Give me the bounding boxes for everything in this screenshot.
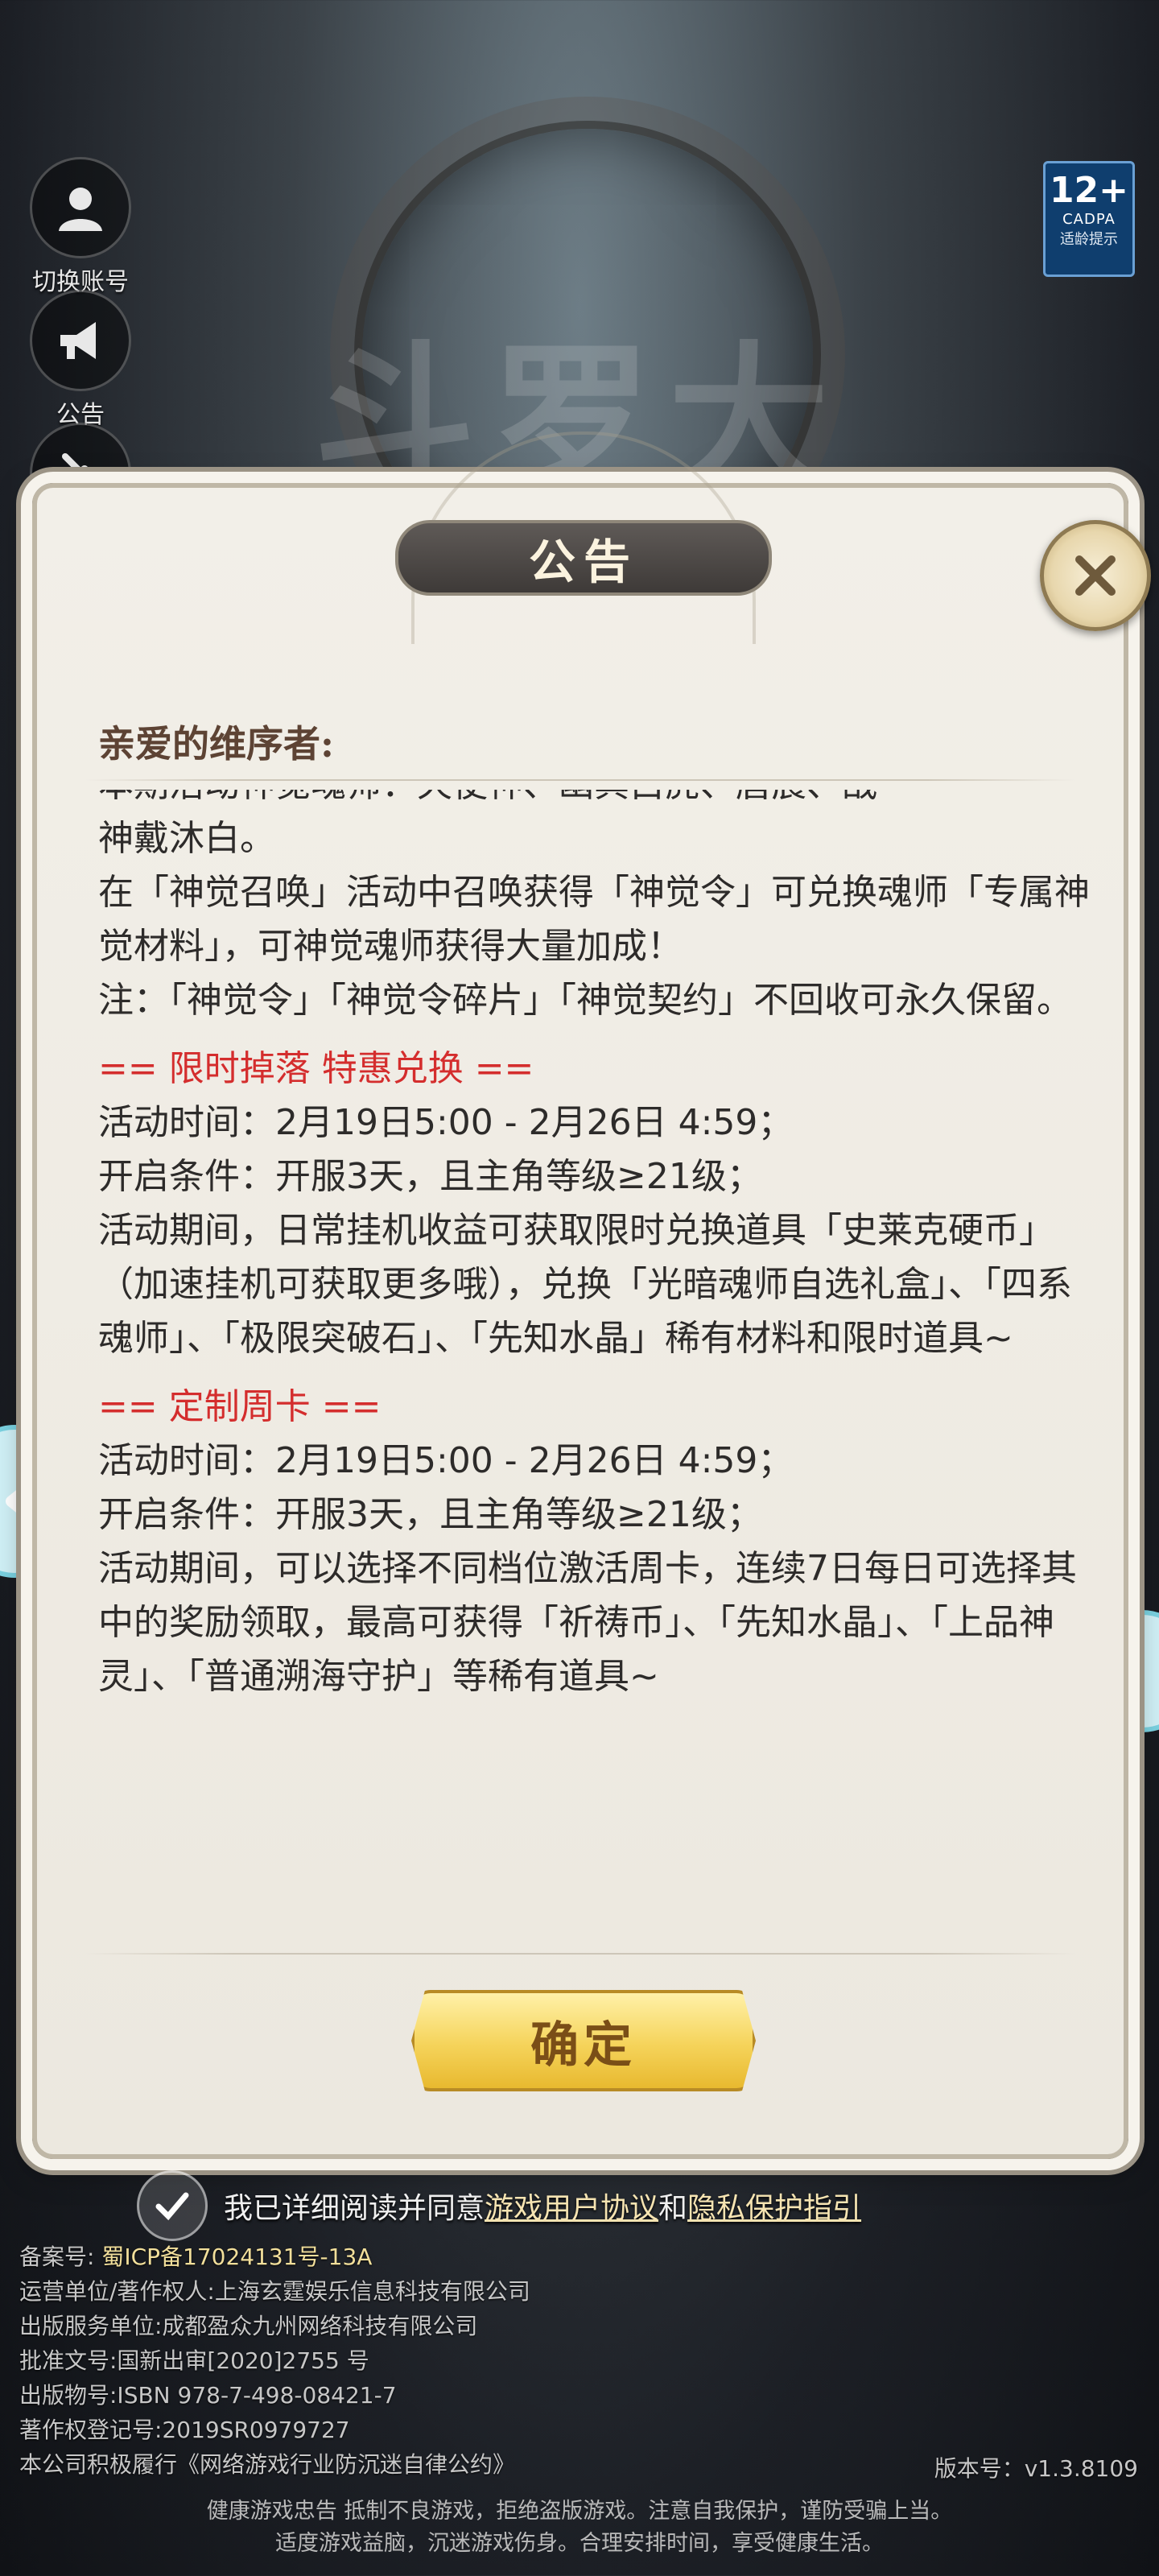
close-button[interactable]	[1040, 520, 1151, 631]
privacy-guide-link[interactable]: 隐私保护指引	[687, 2192, 861, 2225]
announcement-dialog: 公告 亲爱的维序者: 本期活动神觉魂师：天使神、幽冥白虎、唐晨、战 神戴沐白。 …	[32, 431, 1151, 2159]
section-heading-drop: == 限时掉落 特惠兑换 ==	[98, 1048, 534, 1089]
content-line-cut: 本期活动神觉魂师：天使神、幽冥白虎、唐晨、战	[98, 790, 1096, 811]
approval-text: 批准文号:国新出审[2020]2755 号	[19, 2347, 369, 2374]
section-description: 活动期间，日常挂机收益可获取限时兑换道具「史莱克硬币」（加速挂机可获取更多哦），…	[98, 1210, 1072, 1359]
section-condition: 开启条件：开服3天，且主角等级≥21级；	[98, 1156, 762, 1197]
confirm-button[interactable]: 确定	[411, 1990, 756, 2091]
user-agreement-link[interactable]: 游戏用户协议	[485, 2192, 658, 2225]
announcement-button[interactable]: 公告	[24, 290, 137, 430]
content-line: 注：「神觉令」「神觉令碎片」「神觉契约」不回收可永久保留。	[98, 980, 1072, 1021]
section-time: 活动时间：2月19日5:00 - 2月26日 4:59；	[98, 1440, 794, 1481]
age-rating-value: 12+	[1049, 170, 1129, 211]
agreement-checkbox[interactable]	[137, 2170, 208, 2241]
section-time: 活动时间：2月19日5:00 - 2月26日 4:59；	[98, 1102, 794, 1143]
announcement-content[interactable]: 本期活动神觉魂师：天使神、幽冥白虎、唐晨、战 神戴沐白。 在「神觉召唤」活动中召…	[98, 790, 1096, 1933]
dialog-title: 公告	[395, 520, 772, 596]
health-notice-line: 健康游戏忠告 抵制不良游戏，拒绝盗版游戏。注意自我保护，谨防受骗上当。	[206, 2499, 953, 2524]
section-heading-weekly-card: == 定制周卡 ==	[98, 1386, 382, 1427]
section-condition: 开启条件：开服3天，且主角等级≥21级；	[98, 1494, 762, 1535]
agreement-row: 我已详细阅读并同意游戏用户协议和隐私保护指引	[137, 2170, 861, 2241]
checkmark-icon	[155, 2192, 189, 2221]
icp-label: 备案号:	[19, 2244, 95, 2270]
footer-divider	[85, 1953, 1075, 1955]
switch-account-button[interactable]: 切换账号	[24, 157, 137, 297]
age-rating-org: CADPA	[1062, 211, 1116, 228]
pledge-text: 本公司积极履行《网络游戏行业防沉迷自律公约》	[19, 2451, 516, 2478]
close-icon	[1075, 555, 1116, 596]
publisher-text: 出版服务单位:成都盈众九州网络科技有限公司	[19, 2313, 478, 2339]
version-text: 版本号：v1.3.8109	[934, 2455, 1138, 2482]
agreement-text: 我已详细阅读并同意	[224, 2192, 485, 2225]
age-rating-badge[interactable]: 12+ CADPA 适龄提示	[1043, 161, 1135, 277]
megaphone-icon	[30, 290, 131, 391]
icp-link[interactable]: 蜀ICP备17024131号-13A	[101, 2244, 372, 2270]
icp-row: 备案号: 蜀ICP备17024131号-13A	[19, 2240, 530, 2274]
section-description: 活动期间，可以选择不同档位激活周卡，连续7日每日可选择其中的奖励领取，最高可获得…	[98, 1548, 1077, 1697]
content-line: 神戴沐白。	[98, 818, 275, 859]
isbn-text: 出版物号:ISBN 978-7-498-08421-7	[19, 2382, 397, 2409]
agreement-and: 和	[658, 2192, 688, 2225]
legal-info: 备案号: 蜀ICP备17024131号-13A 运营单位/著作权人:上海玄霆娱乐…	[19, 2240, 530, 2482]
health-notice-line: 适度游戏益脑，沉迷游戏伤身。合理安排时间，享受健康生活。	[275, 2531, 884, 2556]
greeting-text: 亲爱的维序者:	[98, 722, 334, 766]
header-divider	[85, 779, 1075, 781]
content-line: 在「神觉召唤」活动中召唤获得「神觉令」可兑换魂师「专属神觉材料」，可神觉魂师获得…	[98, 872, 1090, 967]
health-notice: 健康游戏忠告 抵制不良游戏，拒绝盗版游戏。注意自我保护，谨防受骗上当。 适度游戏…	[0, 2496, 1159, 2560]
copyright-text: 著作权登记号:2019SR0979727	[19, 2417, 350, 2443]
operator-text: 运营单位/著作权人:上海玄霆娱乐信息科技有限公司	[19, 2278, 530, 2305]
user-icon	[30, 157, 131, 258]
age-rating-tip: 适龄提示	[1060, 231, 1118, 248]
